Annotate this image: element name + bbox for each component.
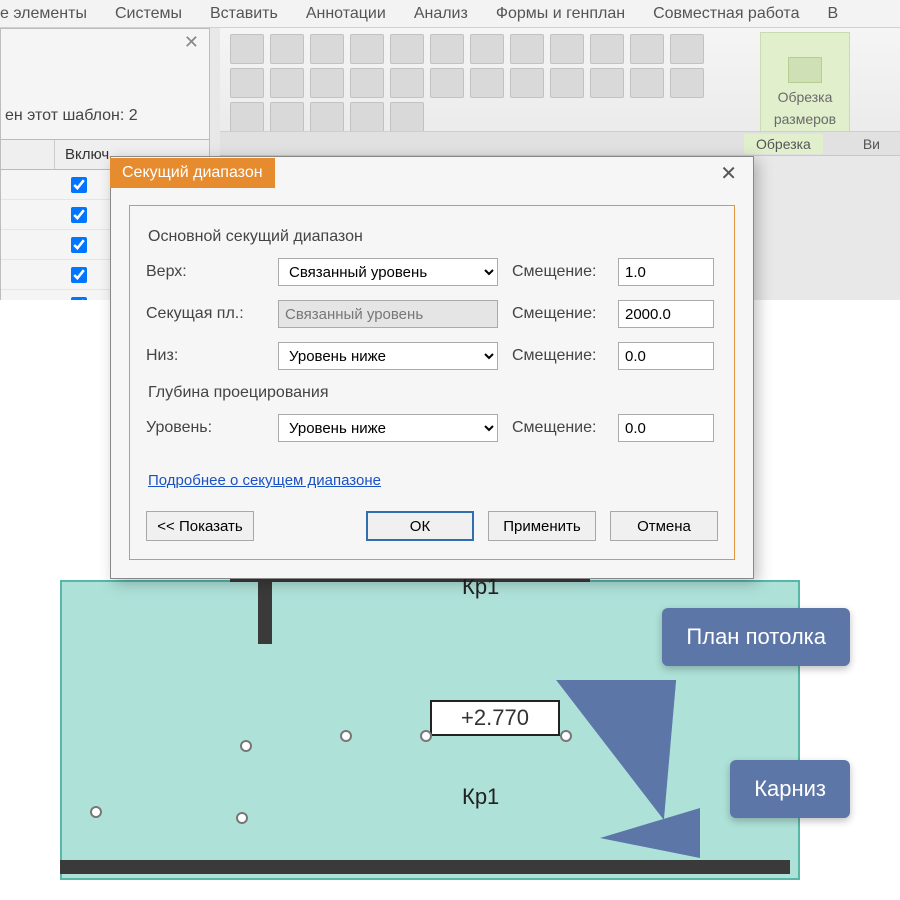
- ribbon-tool-icon[interactable]: [310, 34, 344, 64]
- ribbon-tool-icon[interactable]: [510, 68, 544, 98]
- ribbon-crop-label2: размеров: [774, 111, 836, 127]
- ribbon-group-labels: Обрезка Ви: [220, 131, 900, 155]
- label-offset: Смещение:: [512, 305, 604, 323]
- ok-button[interactable]: ОК: [366, 511, 474, 541]
- ribbon-tool-grid: [230, 34, 760, 129]
- ribbon-crop-label1: Обрезка: [778, 89, 833, 105]
- dialog-title-bar[interactable]: Секущий диапазон ✕: [111, 157, 753, 189]
- menu-item[interactable]: Анализ: [414, 5, 468, 23]
- ribbon-tool-icon[interactable]: [470, 68, 504, 98]
- menu-item[interactable]: е элементы: [0, 5, 87, 23]
- template-applied-label: ен этот шаблон: 2: [1, 55, 209, 139]
- ribbon-tool-icon[interactable]: [270, 68, 304, 98]
- close-icon[interactable]: ✕: [184, 32, 199, 53]
- main-menu-bar: е элементы Системы Вставить Аннотации Ан…: [0, 0, 900, 28]
- callout-cornice: Карниз: [730, 760, 850, 818]
- label-offset: Смещение:: [512, 419, 604, 437]
- dialog-button-row: << Показать ОК Применить Отмена: [146, 511, 718, 541]
- point-icon: [240, 740, 252, 752]
- label-offset: Смещение:: [512, 263, 604, 281]
- label-cut: Секущая пл.:: [146, 305, 264, 323]
- filter-checkbox[interactable]: [71, 207, 87, 223]
- ribbon-tool-icon[interactable]: [390, 68, 424, 98]
- point-icon: [420, 730, 432, 742]
- show-button[interactable]: << Показать: [146, 511, 254, 541]
- point-icon: [236, 812, 248, 824]
- ribbon-tool-icon[interactable]: [430, 34, 464, 64]
- cancel-button[interactable]: Отмена: [610, 511, 718, 541]
- ribbon-tool-icon[interactable]: [590, 68, 624, 98]
- filter-checkbox[interactable]: [71, 177, 87, 193]
- ribbon-group-label: Ви: [863, 136, 880, 152]
- dialog-main-group: Основной секущий диапазон Верх: Связанны…: [129, 205, 735, 560]
- select-bottom[interactable]: Уровень ниже: [278, 342, 498, 370]
- menu-item[interactable]: Совместная работа: [653, 5, 799, 23]
- label-offset: Смещение:: [512, 347, 604, 365]
- ribbon: Обрезка размеров Обрезка Ви: [220, 28, 900, 156]
- ribbon-tool-icon[interactable]: [390, 102, 424, 132]
- ribbon-tool-icon[interactable]: [670, 68, 704, 98]
- apply-button[interactable]: Применить: [488, 511, 596, 541]
- ribbon-tool-icon[interactable]: [350, 68, 384, 98]
- grid-label: Кр1: [462, 784, 499, 810]
- select-level[interactable]: Уровень ниже: [278, 414, 498, 442]
- ribbon-tool-icon[interactable]: [590, 34, 624, 64]
- ribbon-tool-icon[interactable]: [230, 102, 264, 132]
- callout-ceiling-plan: План потолка: [662, 608, 850, 666]
- view-range-dialog: Секущий диапазон ✕ Основной секущий диап…: [110, 156, 754, 579]
- ribbon-tool-icon[interactable]: [390, 34, 424, 64]
- select-cut-disabled: Связанный уровень: [278, 300, 498, 328]
- ribbon-tool-icon[interactable]: [350, 102, 384, 132]
- label-bottom: Низ:: [146, 347, 264, 365]
- select-top[interactable]: Связанный уровень: [278, 258, 498, 286]
- menu-item[interactable]: Формы и генплан: [496, 5, 625, 23]
- input-top-offset[interactable]: [618, 258, 714, 286]
- callout-pointer: [590, 808, 700, 858]
- filter-checkbox[interactable]: [71, 267, 87, 283]
- ribbon-tool-icon[interactable]: [510, 34, 544, 64]
- input-cut-offset[interactable]: [618, 300, 714, 328]
- ribbon-tool-icon[interactable]: [430, 68, 464, 98]
- label-top: Верх:: [146, 263, 264, 281]
- point-icon: [340, 730, 352, 742]
- ribbon-tool-icon[interactable]: [310, 102, 344, 132]
- ribbon-tool-icon[interactable]: [550, 34, 584, 64]
- crop-icon: [788, 57, 822, 83]
- point-icon: [90, 806, 102, 818]
- ribbon-tool-icon[interactable]: [350, 34, 384, 64]
- ribbon-tool-icon[interactable]: [470, 34, 504, 64]
- group-title-depth: Глубина проецирования: [148, 384, 718, 402]
- callout-pointer: [528, 680, 676, 820]
- dialog-title: Секущий диапазон: [110, 158, 275, 188]
- row-bottom: Низ: Уровень ниже Смещение:: [146, 342, 718, 370]
- plan-wall-thick: [258, 580, 272, 644]
- input-bottom-offset[interactable]: [618, 342, 714, 370]
- plan-wall-thick: [60, 860, 790, 874]
- input-level-offset[interactable]: [618, 414, 714, 442]
- ribbon-tool-icon[interactable]: [630, 34, 664, 64]
- label-level: Уровень:: [146, 419, 264, 437]
- group-title-main: Основной секущий диапазон: [148, 228, 718, 246]
- ribbon-tool-icon[interactable]: [670, 34, 704, 64]
- ribbon-tool-icon[interactable]: [230, 34, 264, 64]
- menu-item[interactable]: Аннотации: [306, 5, 386, 23]
- ribbon-tool-icon[interactable]: [270, 102, 304, 132]
- close-icon[interactable]: ✕: [714, 161, 743, 186]
- ribbon-tool-icon[interactable]: [230, 68, 264, 98]
- ribbon-tool-icon[interactable]: [630, 68, 664, 98]
- ribbon-tool-icon[interactable]: [270, 34, 304, 64]
- menu-item[interactable]: В: [827, 5, 838, 23]
- menu-item[interactable]: Системы: [115, 5, 182, 23]
- menu-item[interactable]: Вставить: [210, 5, 278, 23]
- row-cut: Секущая пл.: Связанный уровень Смещение:: [146, 300, 718, 328]
- row-top: Верх: Связанный уровень Смещение:: [146, 258, 718, 286]
- ribbon-group-label: Обрезка: [744, 134, 823, 154]
- link-more-about-range[interactable]: Подробнее о секущем диапазоне: [148, 472, 381, 489]
- row-level: Уровень: Уровень ниже Смещение:: [146, 414, 718, 442]
- ribbon-tool-icon[interactable]: [310, 68, 344, 98]
- filter-checkbox[interactable]: [71, 237, 87, 253]
- ribbon-tool-icon[interactable]: [550, 68, 584, 98]
